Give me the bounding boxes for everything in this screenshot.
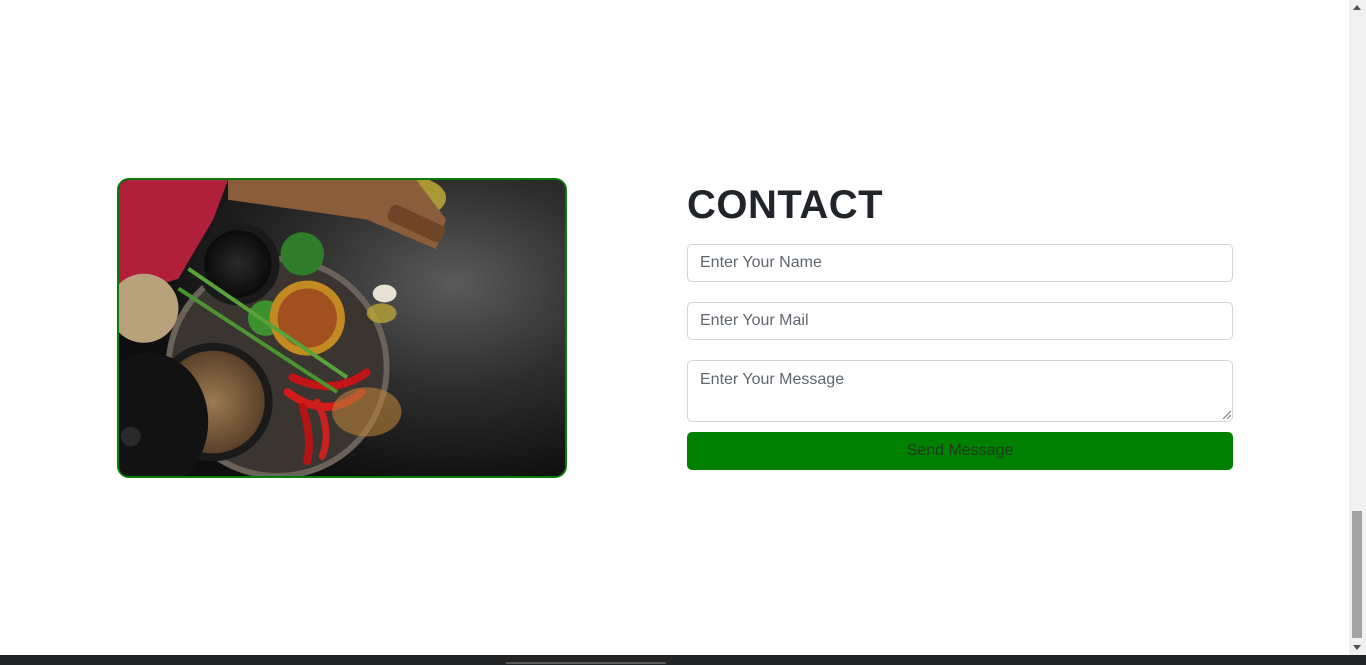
footer-divider [506, 662, 666, 664]
page: CONTACT Send Message [0, 0, 1366, 665]
footer-bar [0, 655, 1366, 665]
scroll-thumb[interactable] [1352, 511, 1362, 638]
resize-grip-icon[interactable] [1221, 409, 1231, 419]
vertical-scrollbar[interactable] [1349, 0, 1366, 655]
scroll-up-icon[interactable] [1353, 5, 1361, 10]
spices-photo [117, 178, 567, 478]
scroll-down-icon[interactable] [1353, 645, 1361, 650]
contact-title: CONTACT [687, 183, 884, 227]
message-textarea[interactable] [687, 360, 1233, 422]
email-input[interactable] [687, 302, 1233, 340]
send-message-button[interactable]: Send Message [687, 432, 1233, 470]
name-input[interactable] [687, 244, 1233, 282]
